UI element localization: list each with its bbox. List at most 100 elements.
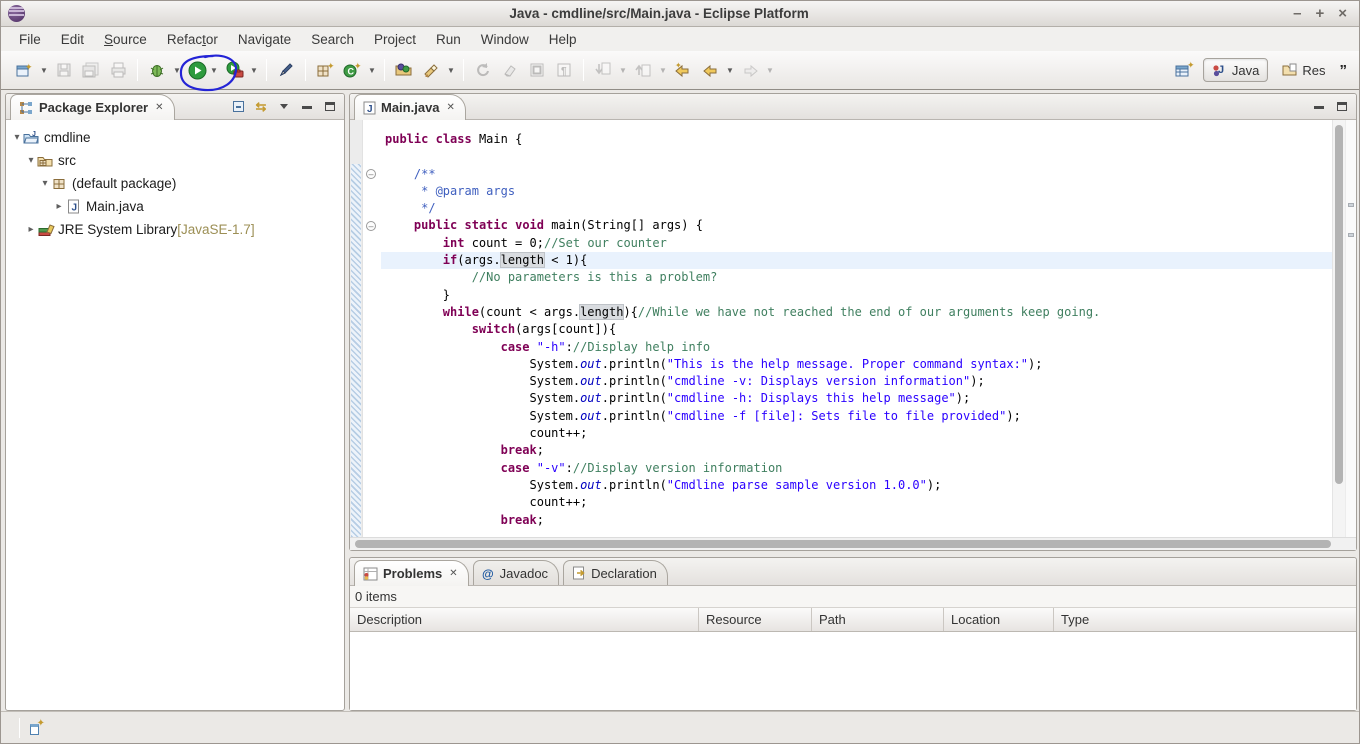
- code-line[interactable]: count++;: [381, 425, 1332, 442]
- menu-refactor[interactable]: Refactor: [157, 29, 228, 50]
- editor-horizontal-scrollbar[interactable]: [350, 537, 1356, 550]
- code-line[interactable]: public class Main {: [381, 131, 1332, 148]
- expanded-twisty[interactable]: ▾: [11, 132, 23, 143]
- problems-table-body[interactable]: [350, 632, 1356, 710]
- tree-item-main-java[interactable]: ▸JMain.java: [6, 195, 344, 218]
- column-header-path[interactable]: Path: [812, 608, 944, 631]
- tab-main-java[interactable]: J Main.java ✕: [354, 94, 466, 120]
- maximize-editor-button[interactable]: [1335, 100, 1349, 114]
- menu-navigate[interactable]: Navigate: [228, 29, 301, 50]
- fold-collapse-icon[interactable]: –: [366, 169, 376, 179]
- open-type-button[interactable]: [392, 58, 416, 82]
- close-icon[interactable]: ✕: [449, 568, 457, 579]
- tree-item-cmdline[interactable]: ▾Jcmdline: [6, 126, 344, 149]
- new-java-project-button[interactable]: ✦: [313, 58, 337, 82]
- eraser-button[interactable]: [498, 58, 522, 82]
- back-dropdown[interactable]: ▼: [725, 66, 735, 75]
- code-line[interactable]: */: [381, 200, 1332, 217]
- back-button[interactable]: [698, 58, 722, 82]
- expanded-twisty[interactable]: ▾: [25, 155, 37, 166]
- code-line[interactable]: System.out.println("cmdline -h: Displays…: [381, 390, 1332, 407]
- minimize-view-button[interactable]: [300, 100, 314, 114]
- save-all-button[interactable]: [79, 58, 103, 82]
- open-perspective-button[interactable]: ✦: [1173, 58, 1197, 82]
- menu-run[interactable]: Run: [426, 29, 471, 50]
- code-line[interactable]: System.out.println("This is the help mes…: [381, 356, 1332, 373]
- run-dropdown[interactable]: ▼: [209, 66, 219, 75]
- code-line[interactable]: System.out.println("cmdline -f [file]: S…: [381, 408, 1332, 425]
- code-line[interactable]: //No parameters is this a problem?: [381, 269, 1332, 286]
- search-dropdown[interactable]: ▼: [446, 66, 456, 75]
- refresh-button[interactable]: [471, 58, 495, 82]
- pencil-button[interactable]: [274, 58, 298, 82]
- fast-view-button[interactable]: ✦: [30, 721, 43, 735]
- link-with-editor-button[interactable]: ⇆: [254, 100, 268, 114]
- folding-ruler[interactable]: ––: [363, 120, 381, 537]
- window-minimize-button[interactable]: –: [1293, 6, 1301, 21]
- code-line[interactable]: case "-h"://Display help info: [381, 339, 1332, 356]
- menu-window[interactable]: Window: [471, 29, 539, 50]
- tree-item--default-package-[interactable]: ▾(default package): [6, 172, 344, 195]
- code-line[interactable]: case "-v"://Display version information: [381, 460, 1332, 477]
- window-maximize-button[interactable]: +: [1315, 6, 1324, 21]
- collapsed-twisty[interactable]: ▸: [53, 201, 65, 212]
- code-line[interactable]: }: [381, 287, 1332, 304]
- occurrence-marker[interactable]: [1348, 203, 1354, 207]
- minimize-editor-button[interactable]: [1312, 100, 1326, 114]
- new-wizard-dropdown[interactable]: ▼: [39, 66, 49, 75]
- menu-search[interactable]: Search: [301, 29, 364, 50]
- collapsed-twisty[interactable]: ▸: [25, 224, 37, 235]
- close-icon[interactable]: ✕: [447, 102, 455, 113]
- debug-button[interactable]: [145, 58, 169, 82]
- column-header-description[interactable]: Description: [350, 608, 699, 631]
- previous-annotation-dropdown[interactable]: ▼: [658, 66, 668, 75]
- editor-vertical-scrollbar[interactable]: [1332, 120, 1345, 537]
- external-tools-dropdown[interactable]: ▼: [249, 66, 259, 75]
- boxed-text-button[interactable]: [525, 58, 549, 82]
- debug-dropdown[interactable]: ▼: [172, 66, 182, 75]
- show-whitespace-button[interactable]: ¶: [552, 58, 576, 82]
- tab-javadoc[interactable]: @Javadoc: [473, 560, 559, 585]
- view-menu-button[interactable]: [277, 100, 291, 114]
- code-line[interactable]: * @param args: [381, 183, 1332, 200]
- last-edit-location-button[interactable]: ✦: [671, 58, 695, 82]
- code-line[interactable]: System.out.println("cmdline -v: Displays…: [381, 373, 1332, 390]
- menu-source[interactable]: Source: [94, 29, 157, 50]
- run-external-tools-button[interactable]: [222, 58, 246, 82]
- print-button[interactable]: [106, 58, 130, 82]
- code-line[interactable]: break;: [381, 442, 1332, 459]
- perspective-resource-button[interactable]: Res: [1274, 60, 1333, 81]
- occurrence-marker[interactable]: [1348, 233, 1354, 237]
- new-class-button[interactable]: C✦: [340, 58, 364, 82]
- code-line[interactable]: System.out.println("Cmdline parse sample…: [381, 477, 1332, 494]
- next-annotation-dropdown[interactable]: ▼: [618, 66, 628, 75]
- code-line[interactable]: [381, 148, 1332, 165]
- close-icon[interactable]: ✕: [155, 102, 163, 113]
- expanded-twisty[interactable]: ▾: [39, 178, 51, 189]
- code-line[interactable]: /**: [381, 166, 1332, 183]
- window-close-button[interactable]: ×: [1338, 6, 1347, 21]
- tab-problems[interactable]: Problems✕: [354, 560, 469, 586]
- tree-item-jre-system-library[interactable]: ▸JRE System Library [JavaSE-1.7]: [6, 218, 344, 241]
- run-button[interactable]: [185, 58, 209, 82]
- code-line-current[interactable]: if(args.length < 1){: [381, 252, 1332, 269]
- perspective-java-button[interactable]: J Java: [1203, 58, 1268, 82]
- new-wizard-button[interactable]: ✦: [12, 58, 36, 82]
- annotation-ruler[interactable]: [350, 120, 363, 537]
- code-line[interactable]: int count = 0;//Set our counter: [381, 235, 1332, 252]
- forward-dropdown[interactable]: ▼: [765, 66, 775, 75]
- overview-ruler[interactable]: [1345, 120, 1356, 537]
- search-button[interactable]: [419, 58, 443, 82]
- forward-button[interactable]: [738, 58, 762, 82]
- code-editor[interactable]: public class Main { /** * @param args */…: [381, 120, 1332, 537]
- column-header-resource[interactable]: Resource: [699, 608, 812, 631]
- code-line[interactable]: break;: [381, 512, 1332, 529]
- collapse-all-button[interactable]: [231, 100, 245, 114]
- tab-declaration[interactable]: Declaration: [563, 560, 668, 585]
- code-line[interactable]: while(count < args.length){//While we ha…: [381, 304, 1332, 321]
- previous-annotation-button[interactable]: [631, 58, 655, 82]
- toolbar-overflow-chevron[interactable]: ”: [1340, 62, 1346, 79]
- save-button[interactable]: [52, 58, 76, 82]
- code-line[interactable]: public static void main(String[] args) {: [381, 217, 1332, 234]
- tree-item-src[interactable]: ▾src: [6, 149, 344, 172]
